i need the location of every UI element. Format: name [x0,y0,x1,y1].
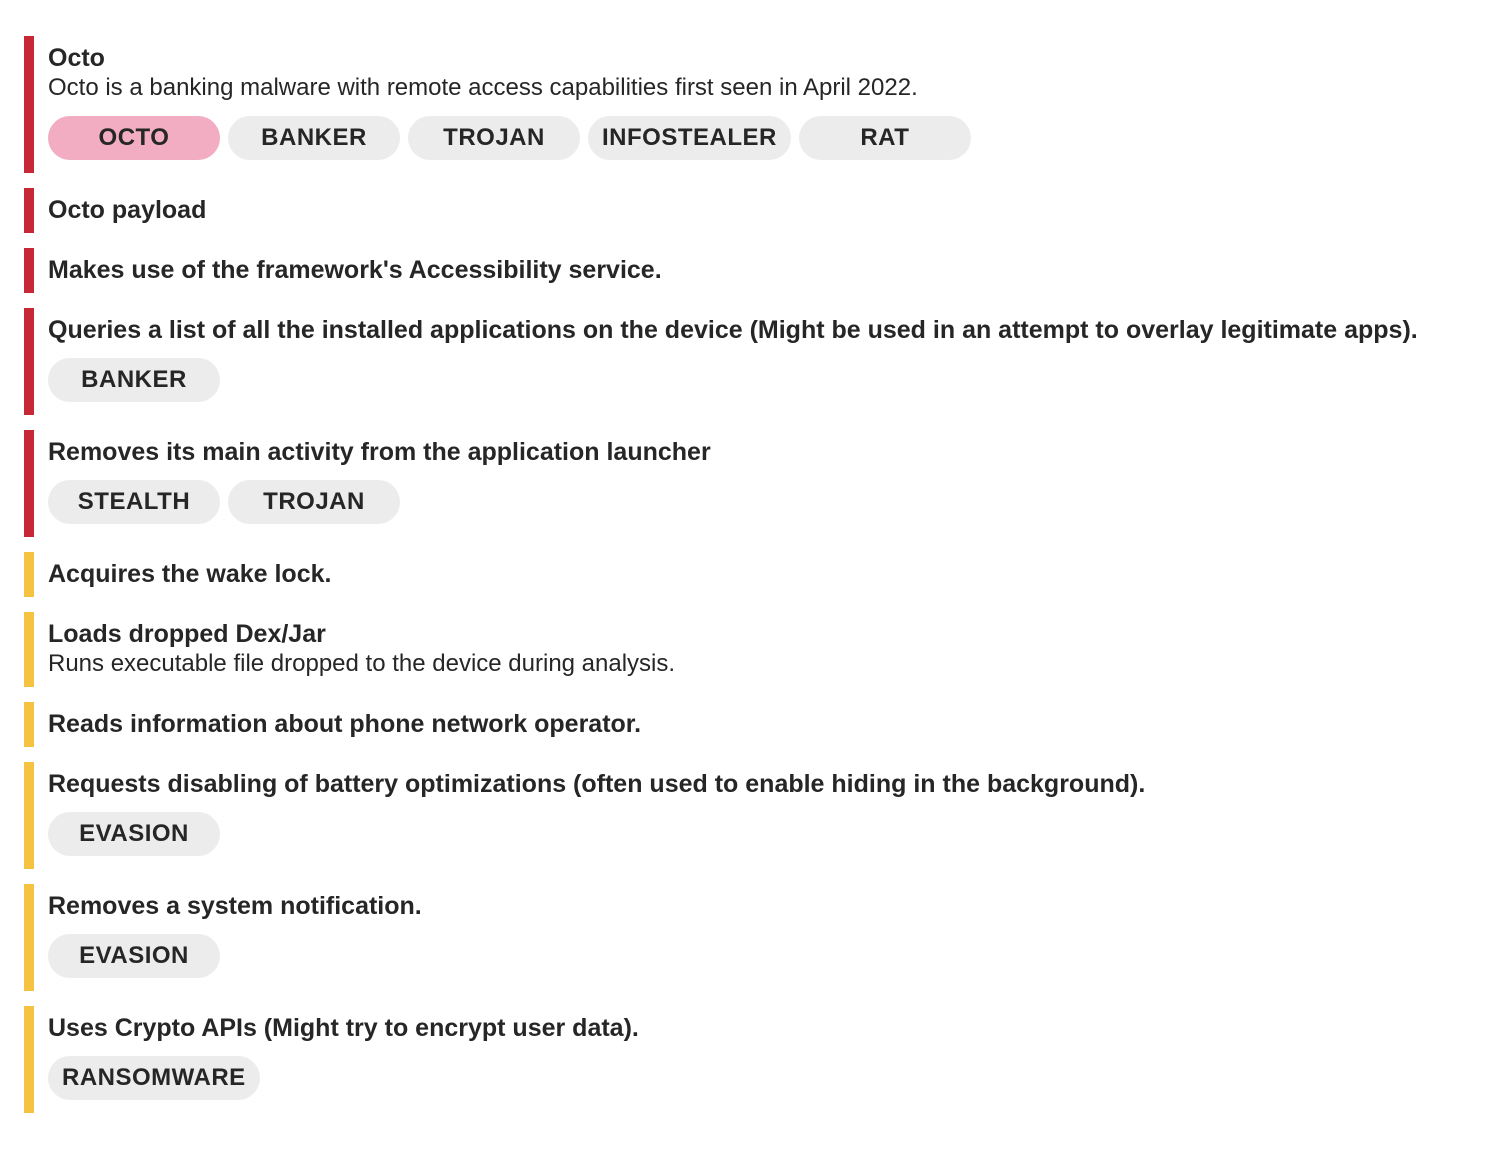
tag-infostealer[interactable]: INFOSTEALER [588,116,791,160]
tag-trojan[interactable]: TROJAN [408,116,580,160]
tag-trojan[interactable]: TROJAN [228,480,400,524]
tag-list: RANSOMWARE [48,1056,1494,1113]
tag-rat[interactable]: RAT [798,116,971,160]
tag-evasion[interactable]: EVASION [48,812,220,856]
tag-evasion[interactable]: EVASION [48,934,220,978]
tag-list: EVASION [48,812,1494,869]
findings-list: Octo Octo is a banking malware with remo… [24,36,1494,1128]
finding-title: Removes a system notification. [48,892,422,920]
finding-title: Octo payload [48,196,207,224]
tag-family-octo[interactable]: OCTO [48,116,220,160]
finding-description: Octo is a banking malware with remote ac… [48,74,918,101]
tag-banker[interactable]: BANKER [48,358,220,402]
tag-list: EVASION [48,934,1494,991]
finding-title: Loads dropped Dex/Jar [48,620,326,648]
finding-title: Makes use of the framework's Accessibili… [48,256,662,284]
finding-title: Acquires the wake lock. [48,560,332,588]
finding-item[interactable]: Reads information about phone network op… [24,702,1494,747]
finding-item[interactable]: Acquires the wake lock. [24,552,1494,597]
tag-list: OCTO BANKER TROJAN INFOSTEALER RAT [48,116,1494,173]
finding-item[interactable]: Loads dropped Dex/Jar Runs executable fi… [24,612,1494,687]
finding-title: Removes its main activity from the appli… [48,438,711,466]
finding-item[interactable]: Requests disabling of battery optimizati… [24,762,1494,869]
tag-banker[interactable]: BANKER [228,116,400,160]
finding-item[interactable]: Removes a system notification. EVASION [24,884,1494,991]
tag-stealth[interactable]: STEALTH [48,480,220,524]
finding-title: Uses Crypto APIs (Might try to encrypt u… [48,1014,639,1042]
tag-ransomware[interactable]: RANSOMWARE [48,1056,260,1100]
finding-item[interactable]: Octo payload [24,188,1494,233]
finding-item[interactable]: Makes use of the framework's Accessibili… [24,248,1494,293]
finding-title: Reads information about phone network op… [48,710,642,738]
tag-list: STEALTH TROJAN [48,480,1494,537]
finding-item[interactable]: Octo Octo is a banking malware with remo… [24,36,1494,173]
finding-title: Queries a list of all the installed appl… [48,316,1418,344]
tag-list: BANKER [48,358,1494,415]
finding-item[interactable]: Removes its main activity from the appli… [24,430,1494,537]
finding-title: Octo [48,44,105,72]
finding-title: Requests disabling of battery optimizati… [48,770,1146,798]
finding-item[interactable]: Queries a list of all the installed appl… [24,308,1494,415]
finding-item[interactable]: Uses Crypto APIs (Might try to encrypt u… [24,1006,1494,1113]
finding-description: Runs executable file dropped to the devi… [48,650,676,677]
